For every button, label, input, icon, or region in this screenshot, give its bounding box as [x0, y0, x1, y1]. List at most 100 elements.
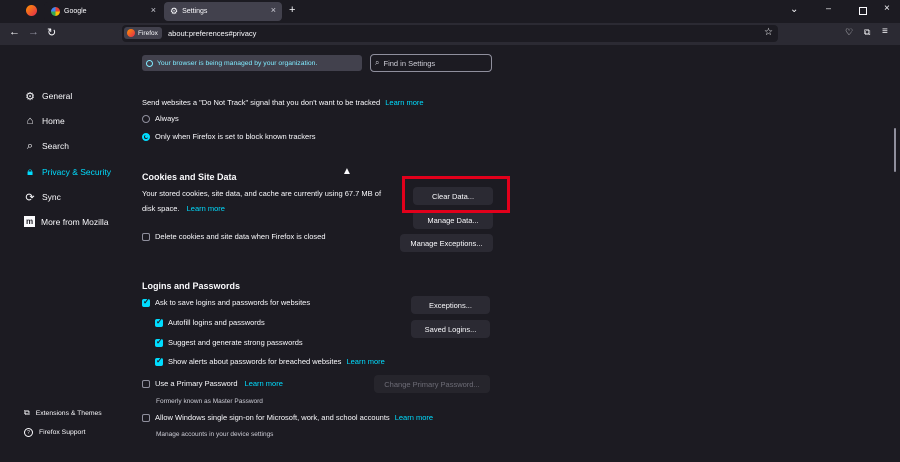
firefox-view-icon[interactable] — [26, 5, 37, 16]
sidebar-item-label: More from Mozilla — [41, 216, 109, 227]
firefox-logo-icon — [127, 29, 135, 37]
back-icon[interactable]: ← — [9, 26, 20, 38]
sidebar-item-sync[interactable]: ⟳ Sync — [24, 191, 61, 204]
search-input[interactable]: ⌕ Find in Settings — [370, 54, 492, 72]
info-icon — [146, 59, 153, 67]
windows-sso-checkbox[interactable] — [142, 413, 150, 422]
extensions-icon[interactable]: ⧉ — [864, 27, 870, 38]
cookies-learn-more-link[interactable]: Learn more — [187, 204, 225, 213]
logins-heading: Logins and Passwords — [142, 281, 241, 291]
search-icon: ⌕ — [375, 58, 380, 67]
sidebar-item-label: Privacy & Security — [42, 167, 111, 177]
radio-label: Always — [155, 114, 179, 123]
checkbox-label: Use a Primary Password — [155, 379, 238, 388]
radio-only-when[interactable] — [142, 132, 150, 141]
sidebar-footer-label: Extensions & Themes — [35, 409, 102, 417]
dnt-learn-more-link[interactable]: Learn more — [385, 98, 423, 107]
identity-box[interactable]: Firefox — [124, 27, 162, 39]
close-tab-icon[interactable]: × — [151, 5, 156, 15]
list-all-tabs-icon[interactable]: ⌄ — [790, 4, 798, 15]
scrollbar-track[interactable] — [893, 50, 897, 458]
mozilla-icon: m — [24, 216, 35, 227]
highlight-box — [402, 176, 510, 213]
windows-sso-row[interactable]: Allow Windows single sign-on for Microso… — [142, 413, 433, 422]
ask-save-row[interactable]: Ask to save logins and passwords for web… — [142, 297, 311, 307]
gear-icon: ⚙ — [25, 90, 35, 103]
identity-label: Firefox — [138, 29, 158, 37]
search-icon: ⌕ — [26, 139, 34, 152]
sidebar-item-label: Home — [42, 116, 65, 126]
sidebar-firefox-support[interactable]: ? Firefox Support — [24, 428, 85, 437]
windows-learn-more-link[interactable]: Learn more — [395, 413, 433, 422]
url-text[interactable]: about:preferences#privacy — [168, 29, 256, 38]
reload-icon[interactable]: ↻ — [47, 26, 56, 39]
settings-content — [0, 45, 900, 462]
delete-cookies-row[interactable]: Delete cookies and site data when Firefo… — [142, 232, 326, 241]
alerts-row[interactable]: Show alerts about passwords for breached… — [155, 356, 385, 366]
primary-learn-more-link[interactable]: Learn more — [245, 379, 283, 388]
cookies-description-line1: Your stored cookies, site data, and cach… — [142, 189, 382, 198]
alerts-checkbox[interactable] — [155, 356, 163, 366]
checkbox-label: Suggest and generate strong passwords — [168, 338, 303, 347]
close-tab-icon[interactable]: × — [271, 5, 276, 15]
bookmark-star-icon[interactable]: ☆ — [764, 27, 773, 38]
sidebar-extensions-themes[interactable]: ⧉ Extensions & Themes — [24, 408, 102, 418]
scrollbar-thumb[interactable] — [894, 128, 896, 172]
suggest-checkbox[interactable] — [155, 337, 163, 347]
suggest-row[interactable]: Suggest and generate strong passwords — [155, 337, 303, 347]
tab-label: Settings — [182, 8, 208, 15]
tab-label: Google — [64, 8, 87, 15]
checkbox-label: Ask to save logins and passwords for web… — [155, 298, 311, 307]
sidebar-item-more-from-mozilla[interactable]: m More from Mozilla — [24, 216, 109, 227]
manage-data-button[interactable]: Manage Data... — [413, 211, 493, 229]
google-favicon-icon — [51, 7, 60, 16]
sidebar-item-home[interactable]: ⌂ Home — [24, 115, 65, 127]
dnt-option-only-when[interactable]: Only when Firefox is set to block known … — [142, 132, 315, 141]
sidebar-item-label: Search — [42, 141, 69, 151]
menu-icon[interactable]: ≡ — [882, 26, 888, 37]
autofill-checkbox[interactable] — [155, 317, 163, 327]
sync-icon: ⟳ — [25, 191, 35, 204]
logins-exceptions-button[interactable]: Exceptions... — [411, 296, 490, 314]
checkbox-label: Delete cookies and site data when Firefo… — [155, 232, 326, 241]
lock-icon: 🔒︎ — [27, 165, 33, 178]
change-primary-password-button[interactable]: Change Primary Password... — [374, 375, 490, 393]
radio-always[interactable] — [142, 114, 150, 123]
help-icon: ? — [24, 428, 33, 437]
primary-password-checkbox[interactable] — [142, 379, 150, 388]
alerts-learn-more-link[interactable]: Learn more — [346, 357, 384, 366]
manage-exceptions-button[interactable]: Manage Exceptions... — [400, 234, 493, 252]
delete-cookies-checkbox[interactable] — [142, 232, 150, 241]
close-window-icon[interactable]: × — [884, 3, 890, 14]
maximize-icon[interactable] — [859, 7, 867, 15]
gear-icon: ⚙ — [170, 6, 179, 16]
primary-password-row[interactable]: Use a Primary Password Learn more — [142, 379, 283, 388]
mouse-cursor-icon: ▲ — [342, 166, 352, 177]
autofill-row[interactable]: Autofill logins and passwords — [155, 317, 265, 327]
radio-label: Only when Firefox is set to block known … — [155, 132, 316, 141]
minimize-icon[interactable]: – — [826, 3, 831, 13]
sidebar-item-privacy[interactable]: 🔒︎ Privacy & Security — [24, 166, 111, 178]
checkbox-label: Show alerts about passwords for breached… — [168, 357, 342, 366]
cookies-desc-text: disk space. — [142, 204, 180, 213]
sidebar-item-label: Sync — [42, 192, 61, 202]
sidebar-item-search[interactable]: ⌕ Search — [24, 140, 69, 152]
checkbox-label: Allow Windows single sign-on for Microso… — [155, 413, 390, 422]
new-tab-icon[interactable]: + — [289, 4, 295, 16]
ask-save-checkbox[interactable] — [142, 297, 150, 307]
tab-google[interactable]: Google × — [44, 2, 162, 21]
puzzle-icon: ⧉ — [24, 408, 30, 417]
forward-icon[interactable]: → — [28, 26, 39, 38]
pocket-icon[interactable]: ♡ — [845, 27, 853, 38]
primary-password-subtext: Formerly known as Master Password — [156, 398, 263, 405]
windows-sso-subtext: Manage accounts in your device settings — [156, 431, 274, 438]
checkbox-label: Autofill logins and passwords — [168, 318, 265, 327]
saved-logins-button[interactable]: Saved Logins... — [411, 320, 490, 338]
search-placeholder: Find in Settings — [383, 58, 436, 68]
sidebar-item-label: General — [42, 91, 73, 101]
sidebar-item-general[interactable]: ⚙ General — [24, 90, 73, 103]
cookies-heading: Cookies and Site Data — [142, 172, 237, 182]
tab-settings[interactable]: ⚙ Settings × — [164, 2, 282, 21]
cookies-description-line2: disk space. Learn more — [142, 204, 225, 213]
dnt-option-always[interactable]: Always — [142, 114, 179, 123]
